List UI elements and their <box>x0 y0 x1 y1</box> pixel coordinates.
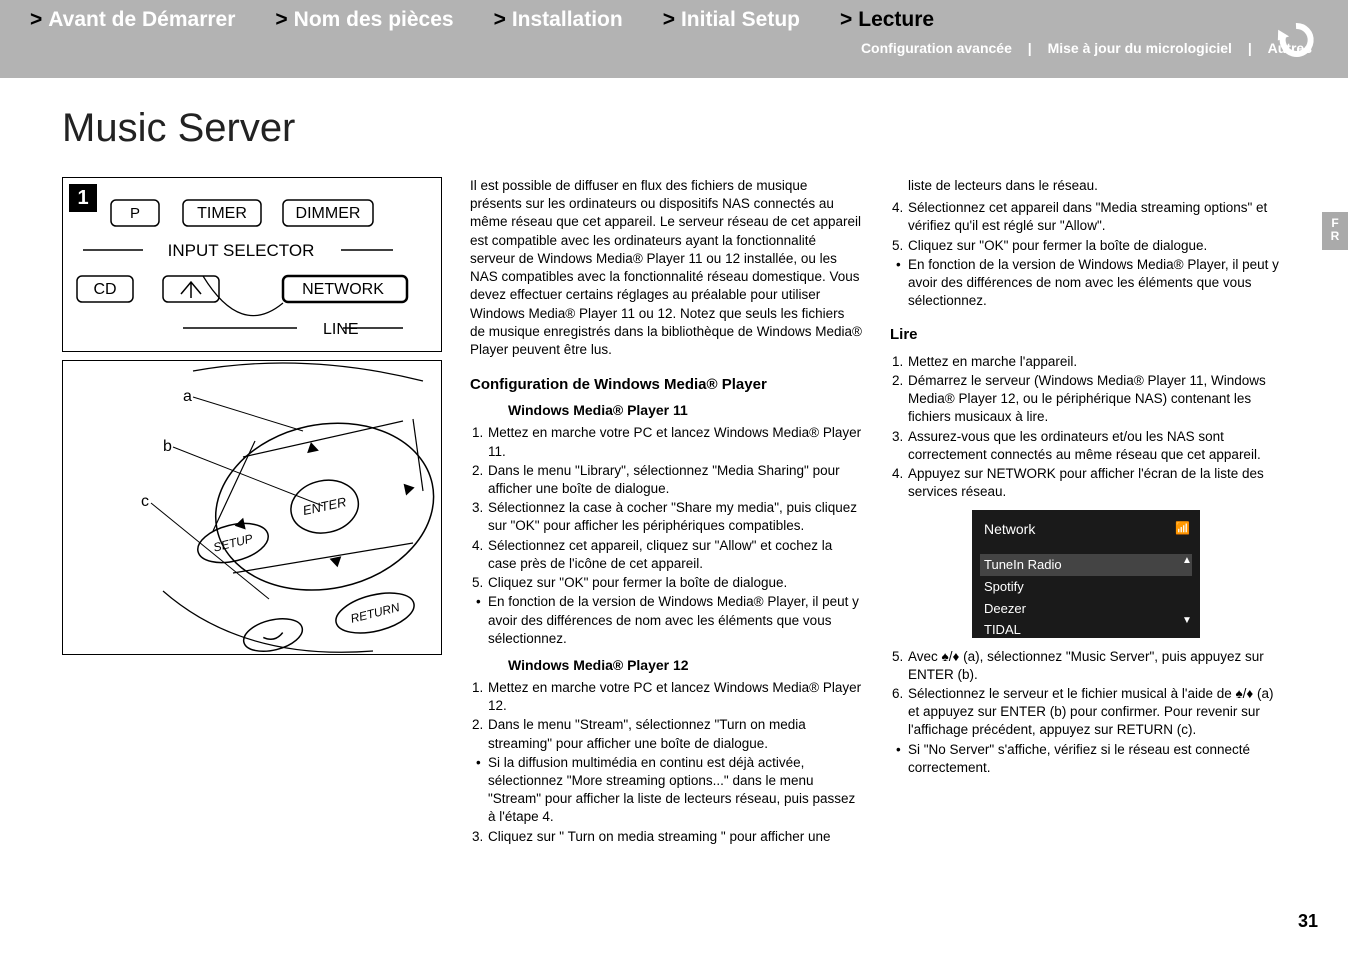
svg-text:TIMER: TIMER <box>197 205 247 222</box>
heading-lire: Lire <box>890 325 1282 345</box>
nav-lecture[interactable]: >Lecture <box>840 8 934 32</box>
diagram-input-selector: 1 P TIMER DIMMER INPUT SELECTOR CD NETWO… <box>62 177 442 352</box>
heading-config-wmp: Configuration de Windows Media® Player <box>470 375 862 395</box>
sub-nav: Configuration avancée | Mise à jour du m… <box>0 32 1348 56</box>
svg-text:b: b <box>163 438 172 455</box>
svg-text:a: a <box>183 388 192 405</box>
svg-text:NETWORK: NETWORK <box>302 281 384 298</box>
nav-initial-setup[interactable]: >Initial Setup <box>663 8 800 32</box>
breadcrumb-nav: >Avant de Démarrer >Nom des pièces >Inst… <box>0 0 1348 32</box>
svg-text:ENTER: ENTER <box>301 494 347 518</box>
intro-paragraph: Il est possible de diffuser en flux des … <box>470 177 862 359</box>
header-bar: >Avant de Démarrer >Nom des pièces >Inst… <box>0 0 1348 78</box>
callout-1: 1 <box>69 184 97 212</box>
svg-text:LINE: LINE <box>323 321 359 338</box>
svg-text:c: c <box>141 493 149 510</box>
page-title: Music Server <box>62 106 1348 151</box>
sublink-firmware[interactable]: Mise à jour du micrologiciel <box>1048 40 1232 56</box>
back-icon[interactable] <box>1274 18 1318 62</box>
network-screen-mock: Network 📶 TuneIn Radio Spotify Deezer TI… <box>972 510 1200 638</box>
svg-text:CD: CD <box>93 281 116 298</box>
heading-wmp11: Windows Media® Player 11 <box>508 401 862 420</box>
nav-installation[interactable]: >Installation <box>494 8 623 32</box>
nav-nom[interactable]: >Nom des pièces <box>275 8 453 32</box>
wifi-icon: 📶 <box>1175 520 1190 536</box>
sublink-config[interactable]: Configuration avancée <box>861 40 1012 56</box>
svg-text:INPUT SELECTOR: INPUT SELECTOR <box>168 241 315 260</box>
svg-text:RETURN: RETURN <box>349 600 401 626</box>
heading-wmp12: Windows Media® Player 12 <box>508 656 862 675</box>
svg-text:P: P <box>130 205 140 222</box>
language-tab-fr[interactable]: F R <box>1322 212 1348 250</box>
svg-text:DIMMER: DIMMER <box>296 205 361 222</box>
nav-avant[interactable]: >Avant de Démarrer <box>30 8 235 32</box>
text-column-2: liste de lecteurs dans le réseau. 4.Séle… <box>890 177 1282 854</box>
text-column-1: Il est possible de diffuser en flux des … <box>470 177 862 854</box>
diagram-remote-buttons: a b c ENTER <box>62 360 442 655</box>
page-number: 31 <box>1298 911 1318 932</box>
